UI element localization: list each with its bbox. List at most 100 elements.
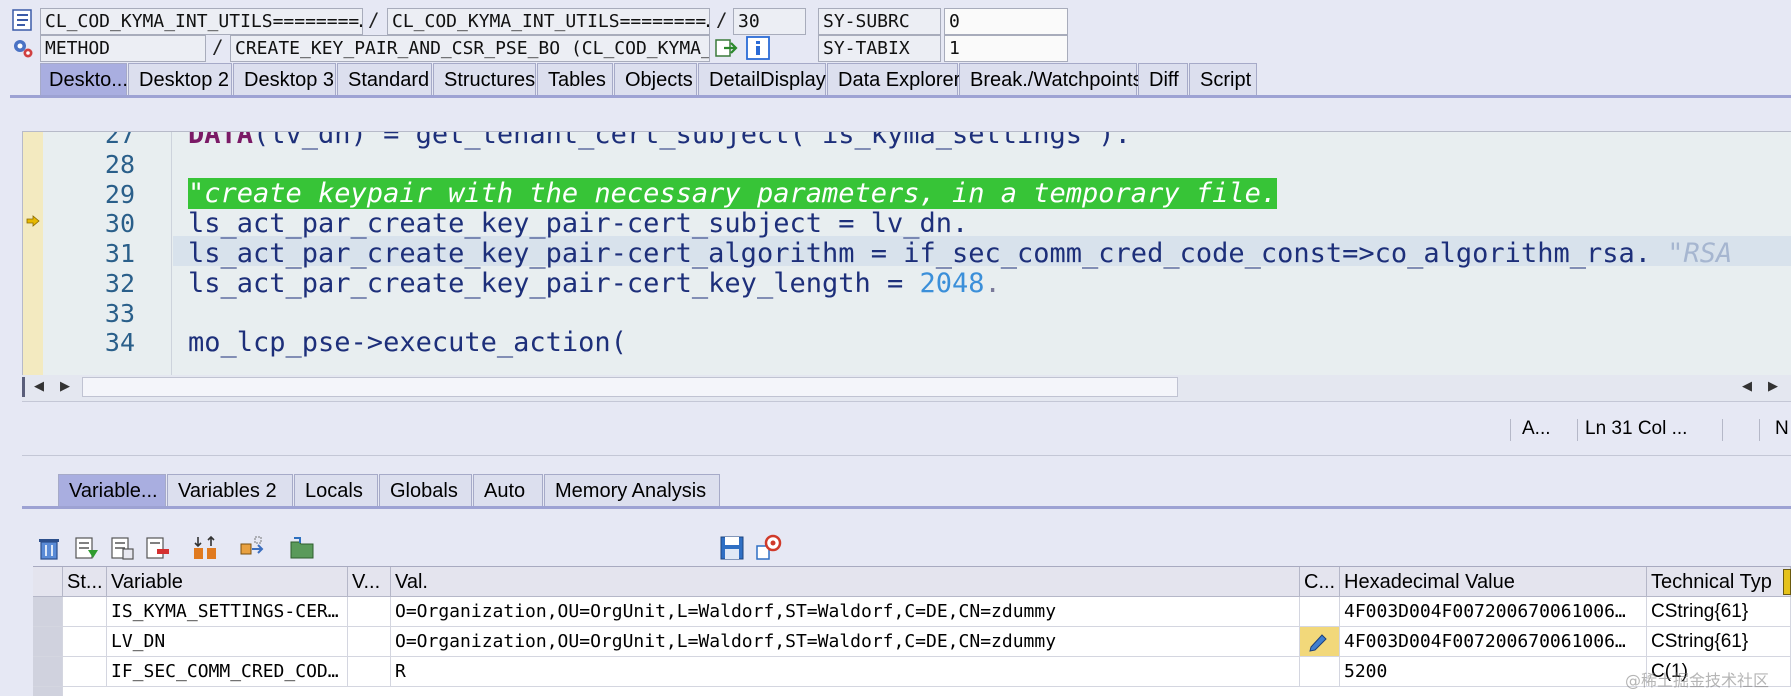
column-header-v[interactable]: V... — [348, 567, 391, 597]
sysfield-value-tabix[interactable]: 1 — [944, 35, 1068, 62]
code-line-34: mo_lcp_pse->execute_action( — [188, 327, 627, 358]
status-cell — [63, 597, 107, 627]
navigate-icon[interactable] — [714, 36, 740, 60]
tab-standard[interactable]: Standard — [337, 63, 432, 96]
scroll-left-arrow-icon[interactable]: ◀ — [34, 378, 44, 394]
variable-name-cell[interactable]: IS_KYMA_SETTINGS-CER… — [107, 597, 348, 627]
tab-detaildisplay[interactable]: DetailDisplay — [698, 63, 826, 96]
divider — [1510, 419, 1511, 441]
v-cell — [348, 627, 391, 657]
desktop-tabstrip: Deskto... Desktop 2 Desktop 3 Standard S… — [0, 63, 1791, 97]
code-line-32: ls_act_par_create_key_pair-cert_key_leng… — [188, 269, 1001, 299]
editor-hscrollbar[interactable]: ◀ ▶ ◀ ▶ — [22, 375, 1791, 402]
row-selector[interactable] — [33, 627, 63, 657]
status-n: N — [1775, 418, 1789, 439]
breakpoint-gutter[interactable] — [23, 132, 44, 376]
line-number: 31 — [104, 239, 135, 268]
column-header-value[interactable]: Val. — [391, 567, 1300, 597]
code-text: ls_act_par_create_key_pair-cert_key_leng… — [188, 268, 920, 299]
hex-cell[interactable]: 4F003D004F007200670061006… — [1340, 597, 1647, 627]
info-icon[interactable] — [745, 36, 771, 60]
status-line-col: Ln 31 Col ... — [1585, 418, 1688, 439]
row-selector[interactable] — [33, 657, 63, 687]
separator: / — [212, 36, 224, 58]
scroll-right-arrow-icon[interactable]: ▶ — [1768, 378, 1778, 394]
change-cell — [1300, 657, 1340, 687]
column-header-variable[interactable]: Variable — [107, 567, 348, 597]
row-selector[interactable] — [33, 597, 63, 627]
tab-desktop-1[interactable]: Deskto... — [40, 63, 128, 96]
change-cell[interactable] — [1300, 627, 1340, 657]
tab-desktop-3[interactable]: Desktop 3 — [233, 63, 336, 96]
separator: / — [368, 9, 380, 31]
tab-breakpoints[interactable]: Break./Watchpoints — [959, 63, 1143, 96]
watermark: @稀土掘金技术社区 — [1625, 671, 1770, 690]
separator: / — [716, 9, 728, 31]
code-line-27: DATA(lv_dn) = get_tenant_cert_subject( i… — [188, 132, 1131, 150]
tab-locals[interactable]: Locals — [294, 474, 378, 507]
expand-icon[interactable] — [238, 534, 266, 562]
tab-structures[interactable]: Structures — [433, 63, 536, 96]
tab-underline — [10, 95, 1791, 98]
status-cell — [63, 657, 107, 687]
line-number: 29 — [104, 180, 135, 209]
tab-globals[interactable]: Globals — [379, 474, 472, 507]
hex-cell[interactable]: 4F003D004F007200670061006… — [1340, 627, 1647, 657]
tab-desktop-2[interactable]: Desktop 2 — [128, 63, 232, 96]
status-a: A... — [1522, 418, 1551, 439]
event-type-field[interactable]: METHOD — [40, 35, 206, 62]
tab-memory-analysis[interactable]: Memory Analysis — [544, 474, 720, 507]
gear-icon — [14, 40, 33, 58]
include-field[interactable]: CL_COD_KYMA_INT_UTILS========… — [387, 8, 710, 35]
remove-row-icon[interactable] — [143, 534, 171, 562]
tab-objects[interactable]: Objects — [614, 63, 697, 96]
program-field[interactable]: CL_COD_KYMA_INT_UTILS========… — [40, 8, 363, 35]
tab-variables-1[interactable]: Variable... — [58, 474, 166, 507]
event-field[interactable]: CREATE_KEY_PAIR_AND_CSR_PSE_BO (CL_COD_K… — [230, 35, 710, 62]
folder-icon[interactable] — [288, 534, 316, 562]
value-cell[interactable]: O=Organization,OU=OrgUnit,L=Waldorf,ST=W… — [391, 597, 1300, 627]
delete-icon[interactable] — [35, 534, 63, 562]
status-cell — [63, 627, 107, 657]
variables-table: St... Variable V... Val. C... Hexadecima… — [33, 566, 1791, 696]
variable-name-cell[interactable]: LV_DN — [107, 627, 348, 657]
sysfield-value-subrc[interactable]: 0 — [944, 8, 1068, 35]
tab-tables[interactable]: Tables — [537, 63, 613, 96]
save-icon[interactable] — [718, 534, 746, 562]
edit-pencil-icon[interactable] — [1306, 630, 1332, 652]
tab-diff[interactable]: Diff — [1138, 63, 1188, 96]
variables-tabstrip: Variable... Variables 2 Locals Globals A… — [0, 474, 1791, 508]
sort-icon[interactable] — [191, 534, 219, 562]
scroll-thumb[interactable] — [82, 377, 1178, 397]
tab-data-explorer[interactable]: Data Explorer — [827, 63, 960, 96]
hex-cell[interactable]: 5200 — [1340, 657, 1647, 687]
program-icon — [12, 9, 32, 31]
line-number: 32 — [104, 269, 135, 298]
variable-name-cell[interactable]: IF_SEC_COMM_CRED_COD… — [107, 657, 348, 687]
insert-row-icon[interactable] — [72, 534, 100, 562]
column-header-change[interactable]: C... — [1300, 567, 1340, 597]
tab-script[interactable]: Script — [1189, 63, 1257, 96]
copy-row-icon[interactable] — [108, 534, 136, 562]
tab-auto[interactable]: Auto — [473, 474, 543, 507]
divider — [1759, 419, 1760, 441]
code-line-29: "create keypair with the necessary param… — [188, 178, 1278, 209]
code-line-31: ls_act_par_create_key_pair-cert_algorith… — [188, 239, 1732, 269]
code-editor[interactable]: 27 28 29 30 31 32 33 34 DATA(lv_dn) = ge… — [22, 131, 1791, 377]
type-cell: CString{61} — [1647, 597, 1791, 627]
divider — [22, 455, 1791, 456]
column-header-status[interactable]: St... — [63, 567, 107, 597]
editor-statusbar: A... Ln 31 Col ... N — [22, 410, 1791, 450]
scroll-right-arrow-icon[interactable]: ▶ — [60, 378, 70, 394]
column-header-type[interactable]: Technical Typ — [1647, 567, 1791, 597]
layout-icon[interactable] — [1783, 569, 1791, 595]
line-field[interactable]: 30 — [733, 8, 806, 35]
scroll-edge — [22, 377, 25, 397]
services-icon[interactable] — [754, 534, 782, 562]
value-cell[interactable]: R — [391, 657, 1300, 687]
column-header-hex[interactable]: Hexadecimal Value — [1340, 567, 1647, 597]
value-cell[interactable]: O=Organization,OU=OrgUnit,L=Waldorf,ST=W… — [391, 627, 1300, 657]
scroll-left-arrow-icon[interactable]: ◀ — [1742, 378, 1752, 394]
row-selector-header[interactable] — [33, 567, 63, 597]
tab-variables-2[interactable]: Variables 2 — [167, 474, 293, 507]
